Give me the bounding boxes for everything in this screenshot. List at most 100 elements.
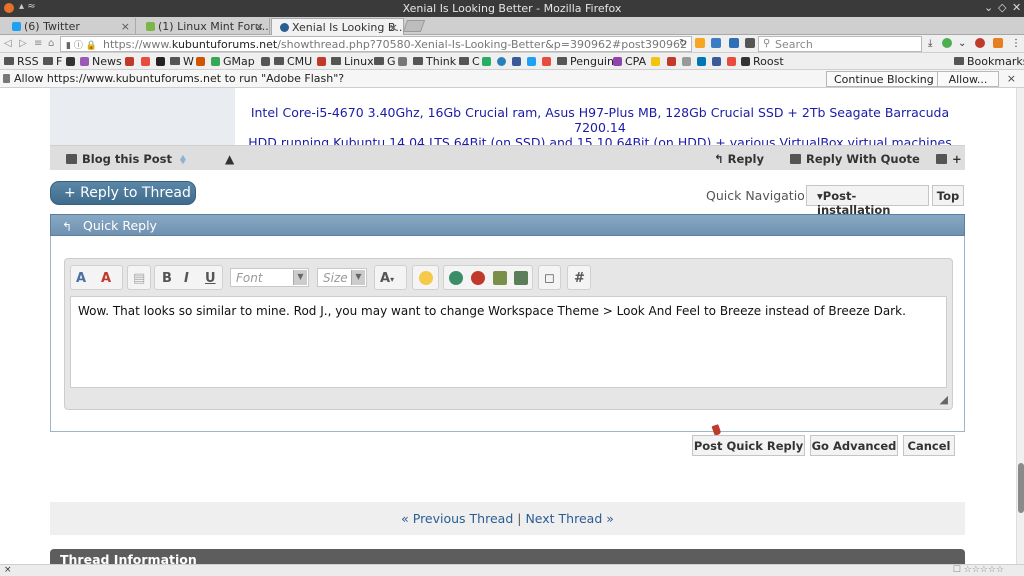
bookmark-icon-3[interactable] (156, 55, 168, 68)
video-icon[interactable] (514, 271, 528, 285)
reply-to-thread-button[interactable]: + Reply to Thread (50, 181, 196, 205)
bookmark-icon-10[interactable] (512, 55, 524, 68)
italic-icon[interactable]: I (184, 271, 189, 286)
reply-button[interactable]: ↰ Reply (714, 152, 764, 166)
underline-icon[interactable]: U (205, 271, 216, 286)
post-quick-reply-button[interactable]: Post Quick Reply (692, 435, 805, 456)
tag-icon[interactable]: ⬧ (180, 152, 186, 167)
bookmark-cpa[interactable]: CPA (613, 55, 646, 68)
go-advanced-button[interactable]: Go Advanced (810, 435, 898, 456)
blog-post-link[interactable]: Blog this Post (66, 152, 172, 166)
bookmark-icon-18[interactable] (727, 55, 739, 68)
bookmark-icon-7[interactable] (398, 55, 410, 68)
bookmark-gmap[interactable]: GMap (211, 55, 255, 68)
notification-icon[interactable] (993, 38, 1003, 48)
bookmark-icon-6[interactable] (317, 55, 329, 68)
reload-icon[interactable]: ↻ (679, 38, 687, 49)
bookmark-icon-13[interactable] (651, 55, 663, 68)
mail-icon[interactable] (711, 38, 721, 48)
bookmark-icon-2[interactable] (141, 55, 153, 68)
top-button[interactable]: Top (932, 185, 964, 206)
bookmark-g[interactable]: G (374, 55, 396, 68)
page-scrollbar[interactable] (1016, 88, 1024, 564)
bookmarks-menu[interactable]: Bookmarks (954, 55, 1024, 68)
bookmark-linux[interactable]: Linux (331, 55, 374, 68)
report-icon[interactable]: ▲ (225, 152, 234, 166)
back-icon[interactable]: ◁ (4, 38, 12, 49)
bookmark-icon-8[interactable] (482, 55, 494, 68)
bookmark-icon-12[interactable] (542, 55, 554, 68)
download-icon[interactable]: ⤓ (928, 38, 932, 49)
unlink-icon[interactable] (471, 271, 485, 285)
bookmark-roost[interactable]: Roost (741, 55, 784, 68)
paste-icon[interactable]: ▤ (133, 271, 145, 286)
maximize-icon[interactable]: ◇ (998, 1, 1006, 14)
forward-icon[interactable]: ▷ (19, 38, 27, 49)
tab-close-icon[interactable]: × (255, 20, 264, 33)
bookmark-news[interactable]: News (80, 55, 122, 68)
history-icon[interactable]: ≡ (34, 38, 42, 49)
link-icon[interactable] (449, 271, 463, 285)
allow-button[interactable]: Allow... (937, 71, 999, 87)
previous-thread-link[interactable]: « Previous Thread (401, 511, 513, 526)
site-identity-icon[interactable]: ▮ ⓘ 🔒 (66, 38, 97, 51)
multi-quote-button[interactable]: + (936, 152, 962, 166)
new-tab-button[interactable] (402, 20, 426, 32)
resize-grip-icon[interactable]: ◢ (940, 393, 948, 406)
bookmark-w[interactable]: W (170, 55, 194, 68)
reply-textarea[interactable]: Wow. That looks so similar to mine. Rod … (70, 296, 947, 388)
font-select[interactable]: Font ▼ (230, 268, 309, 287)
next-thread-link[interactable]: Next Thread » (525, 511, 613, 526)
home-icon[interactable]: ⌂ (48, 38, 54, 49)
reply-with-quote-button[interactable]: Reply With Quote (790, 152, 920, 166)
tab-close-icon[interactable]: × (121, 20, 130, 33)
bookmark-icon-11[interactable] (527, 55, 539, 68)
minimize-icon[interactable]: ⌄ (984, 1, 993, 14)
wrap-tag-button[interactable]: # (567, 265, 591, 290)
tab-xenial[interactable]: Xenial Is Looking B... × (271, 18, 404, 35)
bookmark-think[interactable]: Think (413, 55, 456, 68)
smilies-button[interactable] (412, 265, 439, 290)
close-window-icon[interactable]: ✕ (1012, 1, 1021, 14)
remove-format-icon[interactable]: A (76, 271, 86, 286)
post-installation-dropdown[interactable]: ▾Post-installation (806, 185, 929, 217)
size-select[interactable]: Size ▼ (317, 268, 367, 287)
continue-blocking-button[interactable]: Continue Blocking (826, 71, 942, 87)
close-notification-icon[interactable]: × (1007, 72, 1016, 85)
menu-icon[interactable]: ⋮ (1011, 38, 1021, 49)
bookmark-icon-9[interactable] (497, 55, 509, 68)
bookmark-icon-17[interactable] (712, 55, 724, 68)
clear-format-icon[interactable]: A (101, 271, 111, 286)
tab-linux-mint[interactable]: (1) Linux Mint Foru... × (138, 18, 270, 35)
bookmark-cmu[interactable]: CMU (274, 55, 312, 68)
cancel-button[interactable]: Cancel (903, 435, 955, 456)
text-color-button[interactable]: A▾ (374, 265, 407, 290)
bookmark-c[interactable]: C (459, 55, 480, 68)
status-close-icon[interactable]: × (4, 565, 12, 575)
quote-button[interactable]: ◻ (538, 265, 561, 290)
bookmark-icon-1[interactable] (125, 55, 137, 68)
tab-close-icon[interactable]: × (389, 21, 398, 34)
addon-icon[interactable] (729, 38, 739, 48)
bookmark-icon-4[interactable] (196, 55, 208, 68)
image-icon[interactable] (493, 271, 507, 285)
bookmark-rss[interactable]: RSS (4, 55, 39, 68)
reader-icon[interactable] (745, 38, 755, 48)
bookmark-penguin[interactable]: Penguin (557, 55, 614, 68)
pocket-icon[interactable]: ⌄ (958, 38, 966, 49)
extension-icon[interactable] (942, 38, 952, 48)
site-icon (261, 57, 270, 66)
url-bar[interactable]: ▮ ⓘ 🔒 https://www.kubuntuforums.net/show… (60, 36, 692, 52)
search-input[interactable]: ⚲ Search (758, 36, 922, 52)
rss-icon[interactable] (695, 38, 705, 48)
tab-twitter[interactable]: (6) Twitter × (4, 18, 136, 35)
ublock-icon[interactable] (975, 38, 985, 48)
bookmark-icon-5[interactable] (261, 55, 273, 68)
bold-icon[interactable]: B (162, 271, 172, 286)
scrollbar-thumb[interactable] (1018, 463, 1024, 513)
bookmark-f[interactable]: F (43, 55, 62, 68)
bookmark-icon-16[interactable] (697, 55, 709, 68)
bookmark-icon-15[interactable] (682, 55, 694, 68)
bookmark-z[interactable] (66, 55, 78, 68)
bookmark-icon-14[interactable] (667, 55, 679, 68)
